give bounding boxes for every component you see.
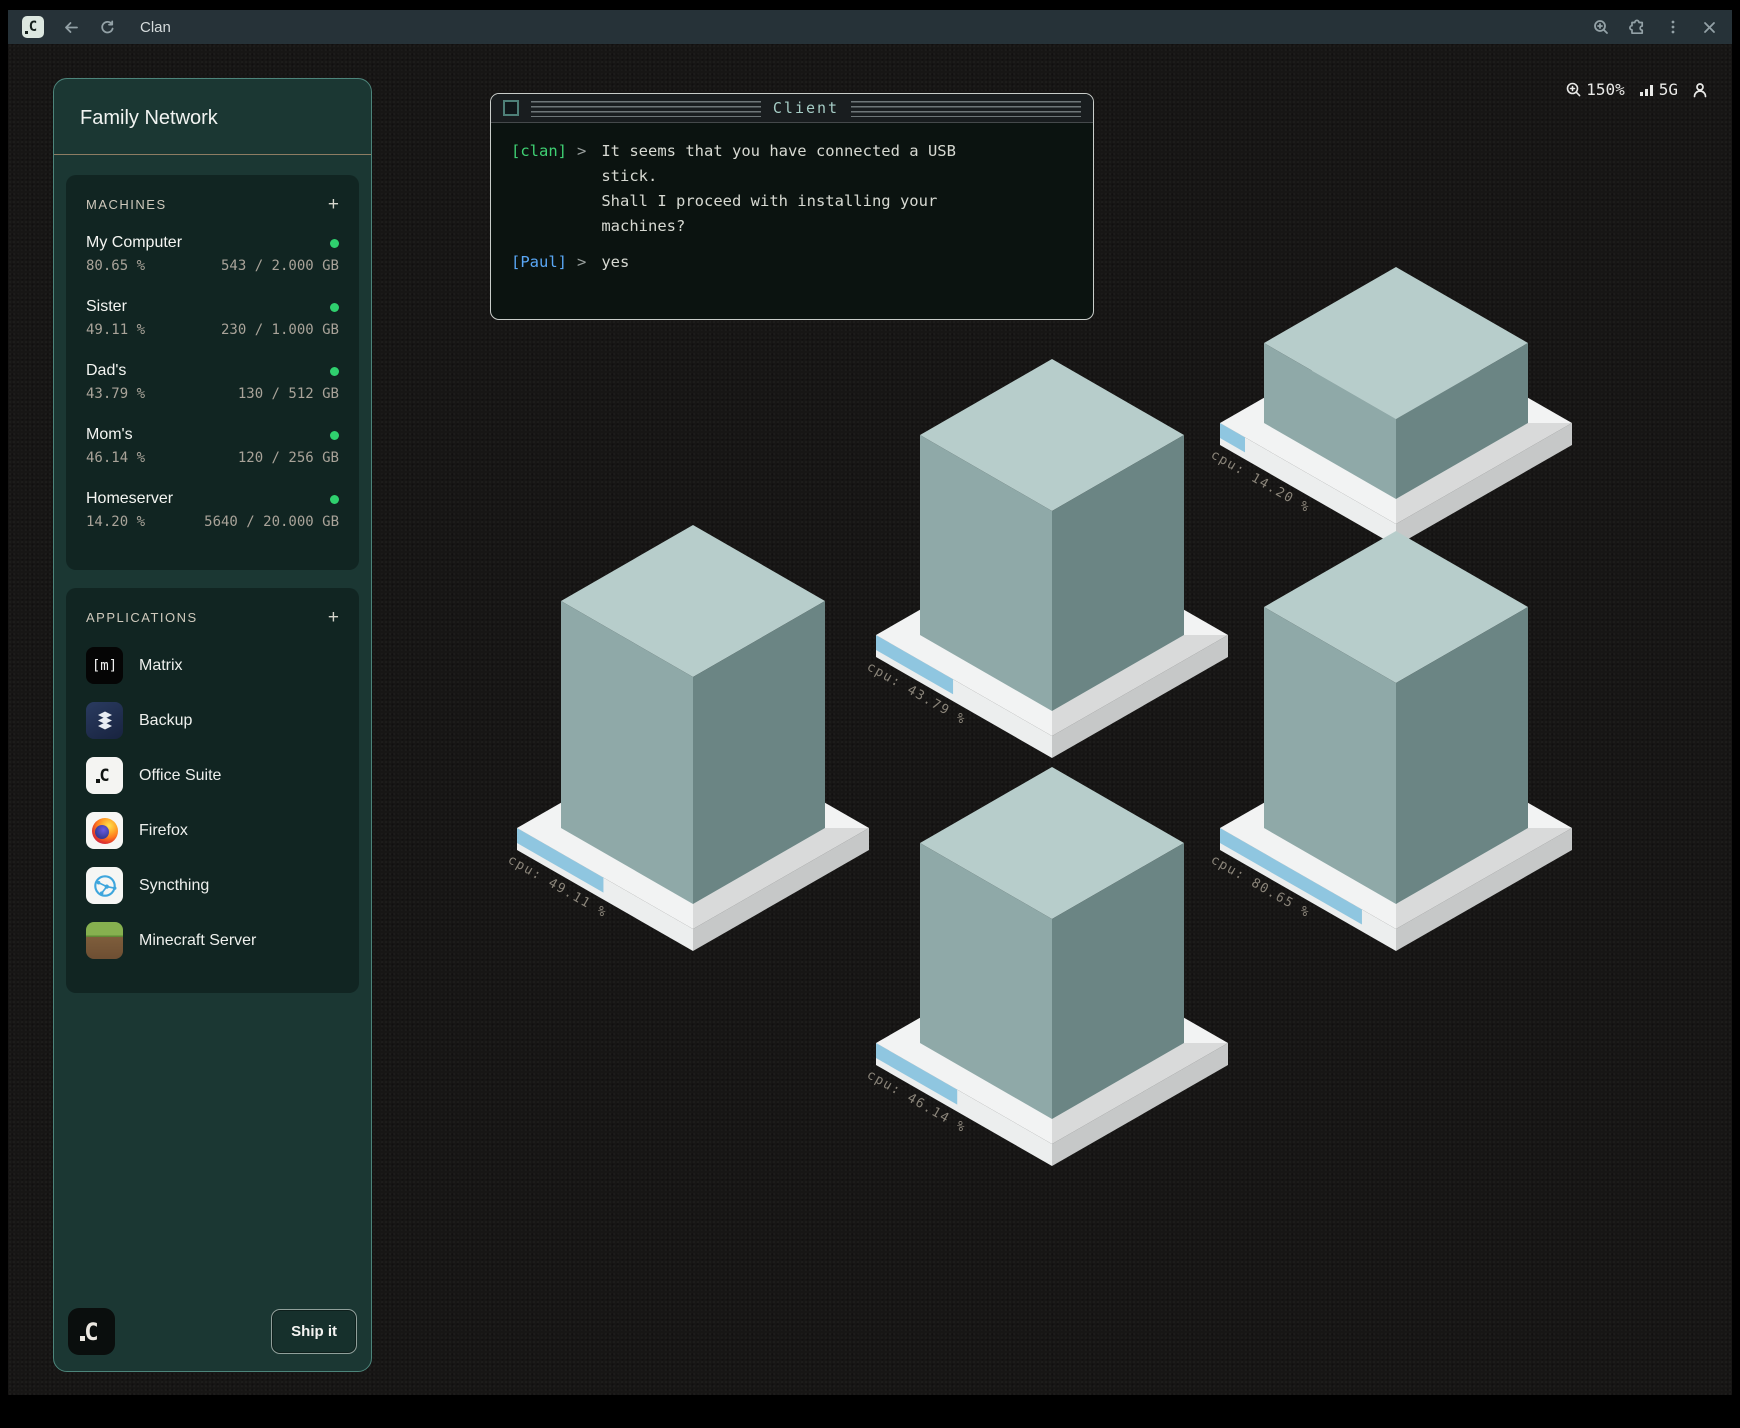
desktop-viewport: cpu: 14.20 %cpu: 43.79 %cpu: 49.11 %cpu:…: [8, 44, 1732, 1395]
signal-bars-icon: [1639, 82, 1655, 97]
machine-name: Sister: [86, 298, 127, 316]
machine-cpu: 14.20 %: [86, 514, 145, 530]
machine-mem: 120 / 256 GB: [238, 450, 339, 466]
chat-text: yes: [601, 250, 629, 275]
machine-cube[interactable]: cpu: 43.79 %: [864, 359, 1228, 758]
machines-header: MACHINES: [86, 197, 167, 212]
chat-prompt: >: [577, 250, 586, 275]
machine-mem: 230 / 1.000 GB: [221, 322, 339, 338]
chat-prompt: >: [577, 139, 586, 239]
matrix-icon: [m]: [86, 647, 123, 684]
machines-panel: MACHINES + My Computer 80.65 % 543 / 2.0…: [66, 175, 359, 570]
online-dot: [330, 431, 339, 440]
machine-name: Homeserver: [86, 490, 173, 508]
machine-item[interactable]: Mom's 46.14 % 120 / 256 GB: [86, 426, 339, 466]
machine-item[interactable]: Dad's 43.79 % 130 / 512 GB: [86, 362, 339, 402]
machine-cpu: 43.79 %: [86, 386, 145, 402]
machine-cpu: 49.11 %: [86, 322, 145, 338]
titlebar-stripes: [531, 101, 761, 117]
online-dot: [330, 239, 339, 248]
syncthing-icon: [86, 867, 123, 904]
sidebar: Family Network MACHINES + My Computer 80…: [53, 78, 372, 1372]
zoom-value: 150%: [1586, 80, 1625, 99]
application-item[interactable]: Minecraft Server: [86, 922, 339, 959]
application-name: Minecraft Server: [139, 932, 256, 950]
machine-name: Dad's: [86, 362, 126, 380]
online-dot: [330, 367, 339, 376]
machine-cube[interactable]: cpu: 46.14 %: [864, 767, 1228, 1166]
online-dot: [330, 495, 339, 504]
chat-sender: [clan]: [511, 139, 567, 239]
machine-item[interactable]: Homeserver 14.20 % 5640 / 20.000 GB: [86, 490, 339, 530]
minecraft-icon: [86, 922, 123, 959]
backup-icon: [86, 702, 123, 739]
network-value: 5G: [1659, 80, 1678, 99]
machine-mem: 543 / 2.000 GB: [221, 258, 339, 274]
chat-message: [Paul] > yes: [511, 250, 1073, 275]
network-title: Family Network: [54, 79, 371, 155]
back-icon[interactable]: [62, 18, 80, 36]
chat-sender: [Paul]: [511, 250, 567, 275]
client-messages: [clan] > It seems that you have connecte…: [491, 123, 1093, 302]
application-name: Office Suite: [139, 767, 221, 785]
client-window: Client [clan] > It seems that you have c…: [490, 93, 1094, 320]
machine-cube[interactable]: cpu: 14.20 %: [1208, 267, 1572, 546]
firefox-icon: [86, 812, 123, 849]
machine-cube[interactable]: cpu: 80.65 %: [1208, 531, 1572, 951]
extensions-icon[interactable]: [1628, 18, 1646, 36]
zoom-level: 150%: [1565, 80, 1625, 99]
page-title: Clan: [140, 19, 171, 36]
clan-logo-icon: C: [22, 16, 44, 38]
machine-cube[interactable]: cpu: 49.11 %: [505, 525, 869, 951]
client-title: Client: [773, 99, 839, 117]
application-item[interactable]: Backup: [86, 702, 339, 739]
app-window: C Clan cpu: 14.20: [0, 0, 1740, 1428]
titlebar-stripes: [851, 101, 1081, 117]
add-application-button[interactable]: +: [328, 611, 339, 625]
machine-mem: 130 / 512 GB: [238, 386, 339, 402]
application-name: Backup: [139, 712, 192, 730]
application-item[interactable]: Syncthing: [86, 867, 339, 904]
applications-list: [m] Matrix Backup C Office Suite Firefox…: [86, 647, 339, 959]
machine-mem: 5640 / 20.000 GB: [204, 514, 339, 530]
application-name: Matrix: [139, 657, 183, 675]
application-item[interactable]: [m] Matrix: [86, 647, 339, 684]
application-item[interactable]: C Office Suite: [86, 757, 339, 794]
network-status: 5G: [1639, 80, 1678, 99]
menu-kebab-icon[interactable]: [1664, 18, 1682, 36]
machine-item[interactable]: My Computer 80.65 % 543 / 2.000 GB: [86, 234, 339, 274]
client-titlebar[interactable]: Client: [491, 94, 1093, 123]
application-name: Syncthing: [139, 877, 209, 895]
status-indicators: 150% 5G: [1565, 80, 1708, 99]
browser-topbar: C Clan: [8, 10, 1732, 44]
online-dot: [330, 303, 339, 312]
clan-footer-logo-icon: C: [68, 1308, 115, 1355]
chat-text: It seems that you have connected a USB s…: [601, 139, 956, 239]
machine-cpu: 80.65 %: [86, 258, 145, 274]
machine-name: Mom's: [86, 426, 133, 444]
add-machine-button[interactable]: +: [328, 198, 339, 212]
window-close-box-icon[interactable]: [503, 100, 519, 116]
user-icon[interactable]: [1692, 82, 1708, 98]
office-suite-icon: C: [86, 757, 123, 794]
machines-list: My Computer 80.65 % 543 / 2.000 GB Siste…: [86, 234, 339, 530]
application-name: Firefox: [139, 822, 188, 840]
zoom-icon[interactable]: [1592, 18, 1610, 36]
chat-message: [clan] > It seems that you have connecte…: [511, 139, 1073, 239]
machine-name: My Computer: [86, 234, 182, 252]
applications-panel: APPLICATIONS + [m] Matrix Backup C Offic…: [66, 588, 359, 993]
ship-it-button[interactable]: Ship it: [271, 1309, 357, 1354]
close-icon[interactable]: [1700, 18, 1718, 36]
application-item[interactable]: Firefox: [86, 812, 339, 849]
machine-cpu: 46.14 %: [86, 450, 145, 466]
applications-header: APPLICATIONS: [86, 610, 198, 625]
refresh-icon[interactable]: [98, 18, 116, 36]
machine-item[interactable]: Sister 49.11 % 230 / 1.000 GB: [86, 298, 339, 338]
magnifier-plus-icon: [1565, 81, 1582, 98]
